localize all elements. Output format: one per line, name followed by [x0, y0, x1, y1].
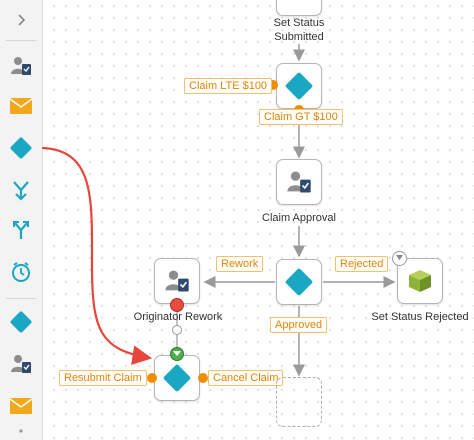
- decision-node-amount[interactable]: [276, 63, 322, 109]
- claim-lte-label[interactable]: Claim LTE $100: [184, 78, 273, 94]
- decision-diamond-icon: [162, 363, 192, 393]
- filter-badge-icon[interactable]: [392, 251, 407, 266]
- set-status-rejected-label: Set Status Rejected: [371, 311, 469, 323]
- placeholder-node[interactable]: [276, 377, 322, 427]
- decision-diamond-icon: [284, 71, 314, 101]
- set-status-rejected-node[interactable]: [397, 258, 443, 304]
- incoming-port[interactable]: [170, 347, 184, 361]
- decision-diamond-icon: [284, 267, 314, 297]
- set-status-submitted-node[interactable]: [276, 0, 322, 16]
- set-status-submitted-label: Set Status Submitted: [273, 17, 325, 43]
- rejected-label[interactable]: Rejected: [335, 256, 389, 272]
- drag-arrow: [41, 146, 153, 365]
- user-task-icon: [287, 171, 311, 193]
- claim-gt-label[interactable]: Claim GT $100: [259, 109, 343, 125]
- connector-handle[interactable]: [172, 325, 182, 335]
- originator-rework-label: Originator Rework: [133, 311, 223, 323]
- orange-port[interactable]: [198, 373, 208, 383]
- decision-node-approval[interactable]: [276, 259, 322, 305]
- claim-approval-node[interactable]: [276, 159, 322, 205]
- resubmit-claim-label[interactable]: Resubmit Claim: [59, 370, 147, 386]
- approved-label[interactable]: Approved: [270, 317, 328, 333]
- package-icon: [409, 270, 431, 292]
- cancel-claim-label[interactable]: Cancel Claim: [208, 370, 284, 386]
- user-task-icon: [165, 270, 189, 292]
- claim-approval-label: Claim Approval: [262, 212, 336, 224]
- new-decision-node[interactable]: [154, 355, 200, 401]
- rework-label[interactable]: Rework: [216, 256, 264, 272]
- orange-port[interactable]: [147, 373, 157, 383]
- error-port[interactable]: [170, 298, 184, 312]
